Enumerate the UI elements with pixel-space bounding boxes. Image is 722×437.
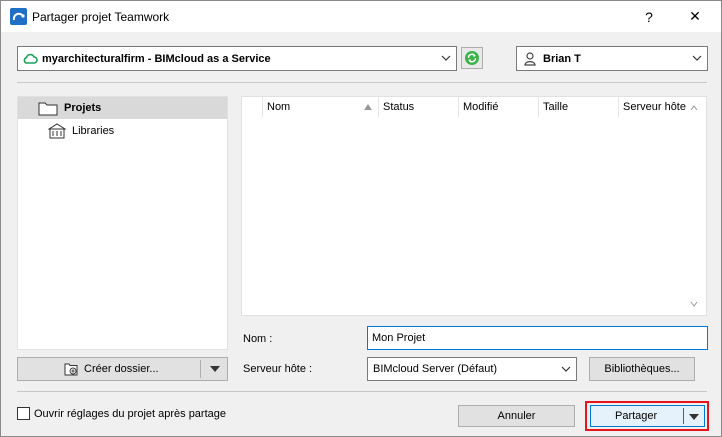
scroll-up-icon[interactable]: [690, 105, 698, 111]
chevron-down-icon: [561, 366, 571, 372]
create-folder-label: Créer dossier...: [84, 363, 159, 375]
sort-ascending-icon: [364, 104, 372, 110]
dropdown-arrow-icon[interactable]: [689, 414, 699, 420]
library-icon: [48, 123, 66, 139]
new-folder-icon: [64, 363, 78, 376]
project-list[interactable]: Nom Status Modifié Taille Serveur hôte: [241, 96, 707, 316]
host-server-label: Serveur hôte :: [243, 363, 313, 375]
host-server-select[interactable]: BIMcloud Server (Défaut): [367, 357, 577, 381]
cloud-icon: [23, 53, 38, 64]
folder-icon: [38, 102, 58, 116]
close-button[interactable]: ✕: [677, 1, 713, 32]
cancel-button[interactable]: Annuler: [458, 405, 575, 427]
user-select-value: Brian T: [543, 52, 581, 65]
column-header-modifie[interactable]: Modifié: [458, 97, 538, 117]
share-button-label: Partager: [615, 410, 658, 422]
server-select-value: myarchitecturalfirm - BIMcloud as a Serv…: [42, 52, 271, 65]
split-divider: [683, 408, 684, 424]
server-select[interactable]: myarchitecturalfirm - BIMcloud as a Serv…: [17, 46, 457, 71]
open-settings-label: Ouvrir réglages du projet après partage: [34, 407, 226, 420]
chevron-down-icon: [692, 55, 702, 61]
column-header-status[interactable]: Status: [378, 97, 458, 117]
window-title: Partager projet Teamwork: [32, 10, 170, 24]
refresh-server-button[interactable]: [461, 47, 483, 69]
share-teamwork-dialog: Partager projet Teamwork ? ✕ myarchitect…: [0, 0, 722, 437]
folder-tree[interactable]: Projets Libraries: [17, 96, 228, 350]
name-label: Nom :: [243, 333, 273, 345]
column-header-nom[interactable]: Nom: [262, 97, 378, 117]
help-button[interactable]: ?: [631, 1, 667, 32]
user-select[interactable]: Brian T: [516, 46, 708, 71]
open-settings-checkbox[interactable]: [17, 407, 30, 420]
column-header-serveur-hote[interactable]: Serveur hôte: [618, 97, 698, 117]
tree-item-libraries[interactable]: Libraries: [18, 120, 227, 142]
host-server-value: BIMcloud Server (Défaut): [373, 363, 498, 375]
archicad-app-icon: [10, 8, 27, 25]
tree-item-projets[interactable]: Projets: [18, 97, 227, 119]
split-divider: [200, 360, 201, 378]
scroll-down-icon[interactable]: [690, 301, 698, 307]
refresh-icon: [465, 51, 479, 65]
tree-item-label: Projets: [64, 102, 102, 114]
share-button[interactable]: Partager: [590, 405, 705, 427]
divider: [17, 391, 707, 392]
open-settings-checkbox-row[interactable]: Ouvrir réglages du projet après partage: [17, 407, 226, 420]
user-icon: [524, 51, 536, 66]
dropdown-arrow-icon[interactable]: [210, 366, 220, 372]
chevron-down-icon: [441, 55, 451, 61]
divider: [17, 82, 707, 83]
column-header-taille[interactable]: Taille: [538, 97, 618, 117]
title-bar: Partager projet Teamwork ? ✕: [1, 1, 721, 32]
libraries-button[interactable]: Bibliothèques...: [589, 357, 695, 381]
create-folder-button[interactable]: Créer dossier...: [17, 357, 228, 381]
tree-item-label: Libraries: [72, 125, 115, 137]
project-name-input[interactable]: [367, 326, 708, 350]
